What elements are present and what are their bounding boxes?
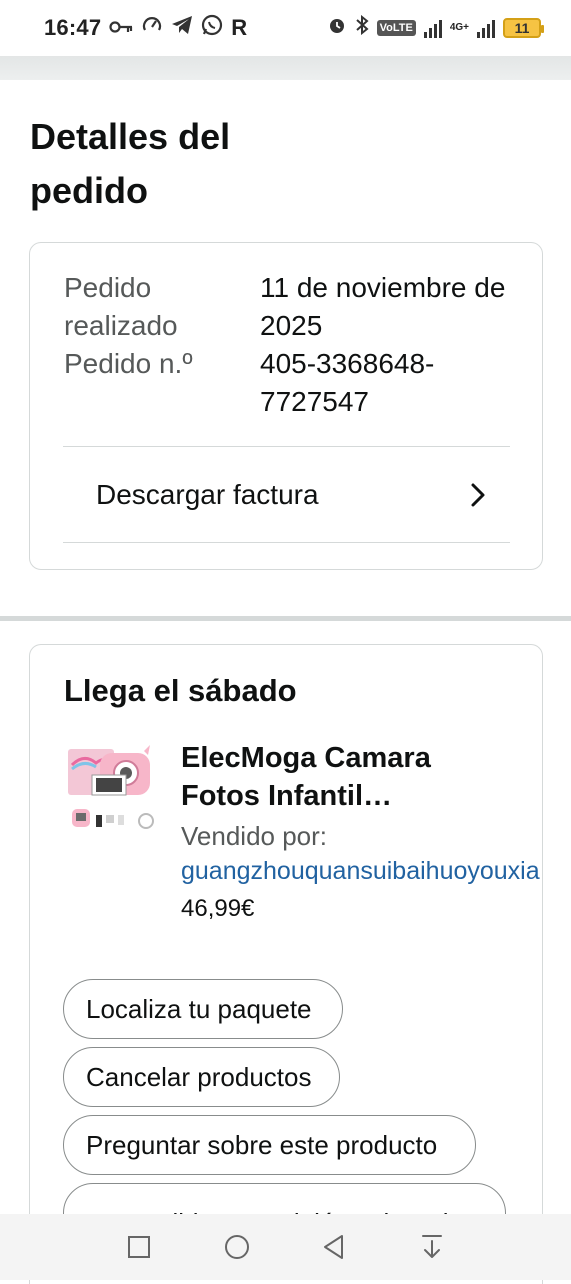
order-details: Pedido realizado 11 de noviembre de 2025… [64, 269, 514, 421]
sold-by-label: Vendido por: [181, 821, 328, 851]
square-icon [127, 1236, 150, 1258]
arrow-down-icon [422, 1235, 443, 1258]
product-price: 46,99€ [181, 895, 255, 922]
key-icon [109, 17, 133, 40]
download-invoice-row[interactable]: Descargar factura [63, 447, 510, 543]
product-title[interactable]: ElecMoga Camara Fotos Infantil Instantan… [181, 739, 511, 815]
divider [63, 542, 510, 543]
chevron-right-icon [471, 483, 485, 507]
alarm-icon [327, 15, 347, 41]
battery-icon: 11 [503, 18, 544, 38]
r-icon: R [231, 15, 248, 40]
circle-icon [224, 1235, 249, 1259]
cancel-items-button[interactable]: Cancelar productos [63, 1047, 340, 1107]
product-info: ElecMoga Camara Fotos Infantil Instantan… [181, 739, 571, 929]
toolbar-strip [0, 56, 571, 80]
product-image[interactable] [66, 745, 158, 835]
order-number-value: 405-3368648-7727547 [260, 348, 435, 417]
seller-link[interactable]: guangzhouquansuibaihuoyouxia [181, 853, 571, 889]
triangle-back-icon [324, 1235, 344, 1259]
section-separator [0, 616, 571, 621]
home-button[interactable] [222, 1232, 252, 1262]
status-bar-left: 16:47 R [44, 14, 247, 42]
order-date-value: 11 de noviembre de 2025 [260, 272, 506, 341]
order-summary-card: Pedido realizado 11 de noviembre de 2025… [29, 242, 543, 570]
network-type: 4G+ [449, 22, 469, 33]
recents-button[interactable] [124, 1232, 154, 1262]
clock: 16:47 [44, 15, 102, 40]
status-bar: 16:47 R VoLTE 4G+ 11 [0, 0, 571, 56]
order-date-label: Pedido realizado [64, 272, 178, 341]
delivery-card: Llega el sábado ElecMoga Camara Fotos In… [29, 644, 543, 1284]
back-button[interactable] [319, 1232, 349, 1262]
volte-badge: VoLTE [376, 20, 416, 36]
signal-icon-2 [477, 18, 495, 38]
page-title: Detalles del pedido [30, 116, 231, 211]
download-invoice-label: Descargar factura [96, 479, 319, 510]
ask-about-product-button[interactable]: Preguntar sobre este producto [63, 1115, 476, 1175]
bluetooth-icon [355, 14, 369, 41]
order-number-label: Pedido n.º [64, 348, 193, 379]
status-bar-right: VoLTE 4G+ 11 [327, 14, 544, 41]
track-package-button[interactable]: Localiza tu paquete [63, 979, 343, 1039]
delivery-status-title: Llega el sábado [64, 673, 297, 708]
telegram-icon [171, 15, 193, 41]
system-nav-bar [0, 1214, 571, 1280]
signal-icon [423, 18, 442, 38]
whatsapp-icon [201, 14, 223, 42]
speed-icon [141, 14, 163, 42]
notifications-pull-button[interactable] [417, 1232, 447, 1262]
